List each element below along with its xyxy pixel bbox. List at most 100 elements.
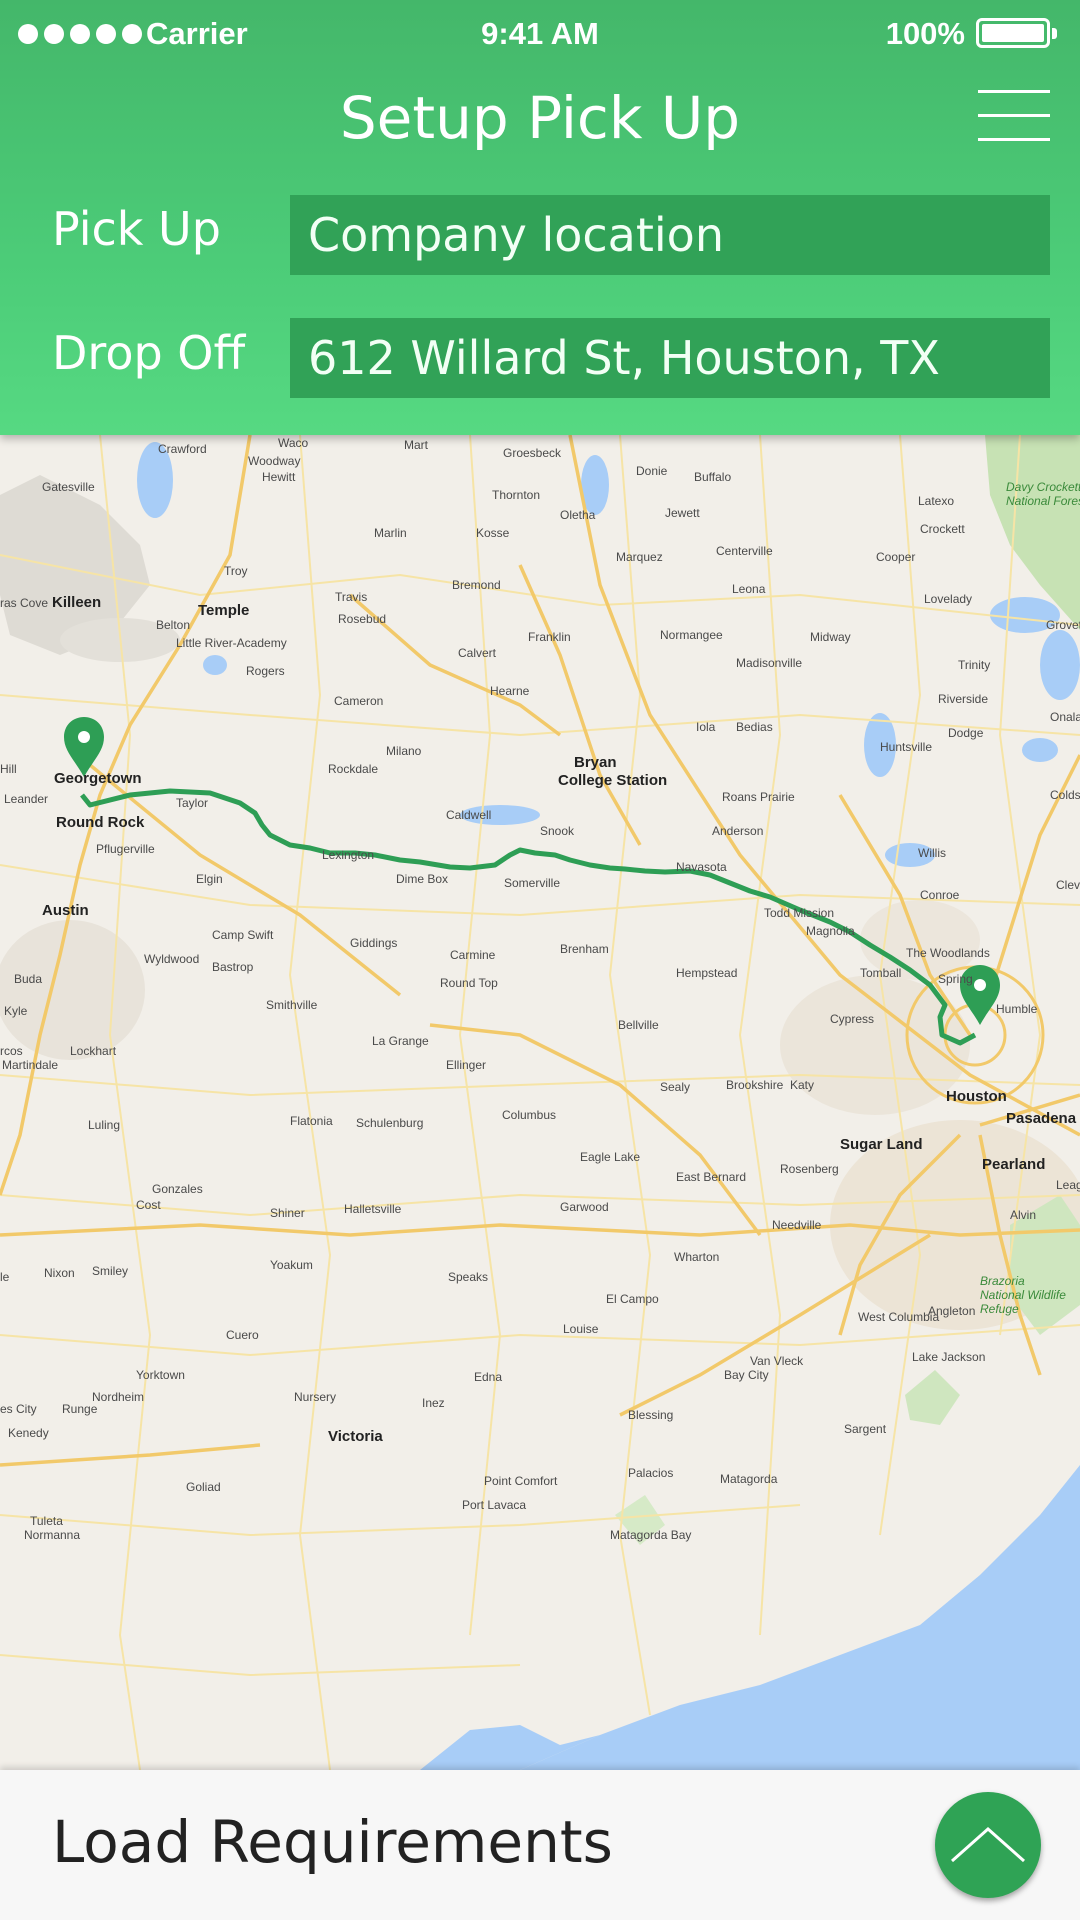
map-place-label: Somerville [504,876,560,890]
map-place-label: The Woodlands [906,946,990,960]
map-place-label: Kenedy [8,1426,49,1440]
map-place-label: Nordheim [92,1390,144,1404]
map-place-label: Taylor [176,796,208,810]
map-place-label: Jewett [665,506,700,520]
map-place-label: Centerville [716,544,773,558]
map-place-label: Hempstead [676,966,737,980]
map-place-label: Needville [772,1218,822,1232]
map-place-label: Luling [88,1118,120,1132]
map-place-label: Bellville [618,1018,659,1032]
dropoff-field[interactable]: 612 Willard St, Houston, TX [290,318,1050,398]
map-place-label: Cameron [334,694,383,708]
map-place-label: Madisonville [736,656,802,670]
map-place-label: Sargent [844,1422,887,1436]
map-place-label: Mart [404,438,429,452]
map-place-label: Hill [0,762,17,776]
map-place-label: Camp Swift [212,928,274,942]
map-place-label: Houston [946,1088,1007,1105]
map-place-label: Travis [335,590,367,604]
map-place-label: Ellinger [446,1058,486,1072]
map-place-label: Temple [198,602,249,619]
map-place-label: Cypress [830,1012,874,1026]
map-place-label: Tomball [860,966,901,980]
map-place-label: Little River-Academy [176,636,287,650]
map-place-label: Pasadena [1006,1110,1077,1127]
map-place-label: Calvert [458,646,497,660]
map-place-label: Elgin [196,872,223,886]
map-place-label: Donie [636,464,668,478]
map-place-label: Conroe [920,888,960,902]
status-bar: Carrier 9:41 AM 100% [0,0,1080,70]
map-place-label: Columbus [502,1108,556,1122]
map-place-label: Giddings [350,936,397,950]
map-place-label: Carmine [450,948,496,962]
map-place-label: Dodge [948,726,984,740]
map-place-label: Grovet [1046,618,1080,632]
map-place-label: Dime Box [396,872,448,886]
map-place-label: Wharton [674,1250,719,1264]
map-place-label: Bay City [724,1368,769,1382]
app-screen: Carrier 9:41 AM 100% Setup Pick Up Pick … [0,0,1080,1920]
route-map[interactable]: Waco Crawford Mart Groesbeck Donie Buffalo Woo… [0,435,1080,1770]
map-place-label: Crawford [158,442,207,456]
map-place-label: Matagorda Bay [610,1528,691,1542]
map-place-label: Latexo [918,494,954,508]
pickup-value: Company location [308,208,724,262]
map-place-label: Kosse [476,526,510,540]
map-place-label: Midway [810,630,851,644]
hamburger-menu-icon[interactable] [978,88,1050,144]
map-place-label: Lovelady [924,592,972,606]
map-place-label: Martindale [2,1058,58,1072]
map-place-label: Onala [1050,710,1080,724]
map-place-label: Shiner [270,1206,305,1220]
battery-icon [976,18,1057,48]
map-place-label: Runge [62,1402,98,1416]
map-place-label: Belton [156,618,190,632]
map-place-label: Wyldwood [144,952,199,966]
map-place-label: Willis [918,846,946,860]
map-place-label: Louise [563,1322,599,1336]
map-place-label: Gatesville [42,480,95,494]
map-place-label: Blessing [628,1408,673,1422]
map-place-label: Navasota [676,860,727,874]
map-place-label: Pflugerville [96,842,155,856]
map-place-label: Inez [422,1396,445,1410]
map-place-label: Point Comfort [484,1474,558,1488]
map-place-label: Caldwell [446,808,491,822]
pickup-field[interactable]: Company location [290,195,1050,275]
page-title: Setup Pick Up [339,84,741,152]
map-place-label: Sealy [660,1080,690,1094]
map-place-label: Lockhart [70,1044,117,1058]
map-place-label: Riverside [938,692,988,706]
map-place-label: Buda [14,972,42,986]
map-place-label: Crockett [920,522,965,536]
map-place-label: Anderson [712,824,763,838]
map-place-label: Woodway [248,454,300,468]
map-place-label: Thornton [492,488,540,502]
map-place-label: Marlin [374,526,407,540]
map-place-label: Goliad [186,1480,221,1494]
map-place-label: Spring [938,972,973,986]
map-place-label: Rockdale [328,762,378,776]
map-place-label: Yoakum [270,1258,313,1272]
map-place-label: Bedias [736,720,773,734]
map-place-label: Alvin [1010,1208,1036,1222]
expand-panel-button[interactable] [935,1792,1041,1898]
map-place-label: Troy [224,564,248,578]
map-place-label: es City [0,1402,37,1416]
map-place-label: Lexington [322,848,374,862]
park-label: Refuge [980,1302,1019,1316]
load-requirements-panel[interactable]: Load Requirements [0,1770,1080,1920]
map-place-label: Leagu [1056,1178,1080,1192]
map-place-label: Garwood [560,1200,609,1214]
map-place-label: La Grange [372,1034,429,1048]
map-place-label: Waco [278,436,309,450]
map-place-label: Cleve [1056,878,1080,892]
map-place-label: Normangee [660,628,723,642]
map-place-label: Leander [4,792,48,806]
map-place-label: Flatonia [290,1114,333,1128]
map-place-label: Milano [386,744,422,758]
map-place-label: Round Rock [56,814,145,831]
map-place-label: Halletsville [344,1202,402,1216]
map-place-label: Buffalo [694,470,731,484]
